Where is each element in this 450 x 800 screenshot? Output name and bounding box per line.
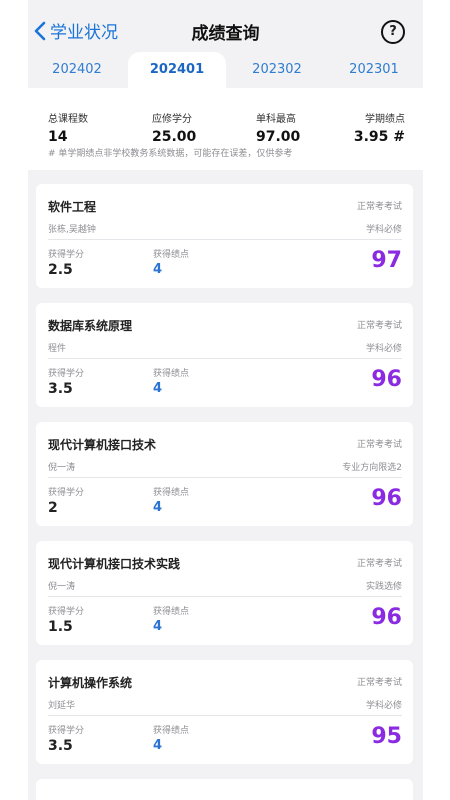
summary-highest-score: 单科最高 97.00: [256, 110, 300, 145]
credit-value: 2: [48, 500, 58, 516]
card-divider: [48, 715, 402, 716]
tab-202402[interactable]: 202402: [38, 52, 116, 88]
summary-label: 总课程数: [48, 114, 88, 125]
gpa-value: 4: [153, 738, 163, 753]
card-divider: [48, 477, 402, 478]
credit-value: 3.5: [48, 738, 73, 754]
summary-label: 应修学分: [152, 114, 192, 125]
course-score: 96: [371, 605, 402, 630]
credit-value: 3.5: [48, 381, 73, 397]
summary-value: 97.00: [256, 129, 301, 145]
page-title: 成绩查询: [191, 24, 260, 44]
course-category: 学科必修: [365, 344, 402, 354]
semester-summary: 总课程数 14 应修学分 25.00 单科最高 97.00 学期绩点 3.95 …: [28, 88, 423, 170]
gpa-value: 4: [153, 500, 163, 515]
gpa-label: 获得绩点: [153, 488, 190, 498]
course-teacher: 倪一涛: [48, 463, 76, 473]
course-score: 96: [371, 367, 402, 392]
course-card[interactable]: 现代计算机接口技术实践 倪一涛 正常考考试 实践选修 获得学分 获得绩点 1.5…: [36, 541, 413, 645]
credit-value: 2.5: [48, 262, 73, 278]
gpa-label: 获得绩点: [153, 250, 190, 260]
exam-type: 正常考考试: [356, 321, 402, 331]
gpa-label: 获得绩点: [153, 369, 190, 379]
summary-label: 单科最高: [256, 114, 296, 125]
tab-202301[interactable]: 202301: [333, 52, 415, 88]
card-divider: [48, 239, 402, 240]
gpa-label: 获得绩点: [153, 726, 190, 736]
exam-type: 正常考考试: [356, 440, 402, 450]
course-name: 现代计算机接口技术实践: [48, 557, 181, 571]
course-score: 97: [371, 248, 402, 273]
summary-label: 学期绩点: [365, 114, 405, 125]
course-card[interactable]: 数据库系统原理 程件 正常考考试 学科必修 获得学分 获得绩点 3.5 4 96: [36, 303, 413, 407]
credit-label: 获得学分: [48, 726, 85, 736]
course-card[interactable]: 现代计算机接口技术 倪一涛 正常考考试 专业方向限选2 获得学分 获得绩点 2 …: [36, 422, 413, 526]
course-category: 学科必修: [365, 701, 402, 711]
gpa-value: 4: [153, 619, 163, 634]
course-card[interactable]: 软件工程 张栋,吴越钟 正常考考试 学科必修 获得学分 获得绩点 2.5 4 9…: [36, 184, 413, 288]
summary-semester-gpa: 学期绩点 3.95 #: [354, 110, 405, 145]
summary-total-courses: 总课程数 14: [48, 110, 88, 145]
help-icon[interactable]: ?: [381, 20, 405, 44]
course-score: 95: [371, 724, 402, 749]
course-score: 96: [371, 486, 402, 511]
course-name: 数据库系统原理: [48, 319, 133, 333]
course-name: 软件工程: [48, 200, 97, 214]
course-teacher: 张栋,吴越钟: [48, 225, 96, 235]
course-category: 学科必修: [365, 225, 402, 235]
gpa-value: 4: [153, 381, 163, 396]
exam-type: 正常考考试: [356, 678, 402, 688]
summary-value: 14: [48, 129, 68, 145]
credit-value: 1.5: [48, 619, 73, 635]
semester-tabs: 202402 202401 202302 202301: [28, 52, 423, 88]
course-category: 实践选修: [365, 582, 402, 592]
gpa-label: 获得绩点: [153, 607, 190, 617]
summary-value: 3.95 #: [353, 129, 405, 145]
nav-bar: 学业状况 成绩查询 ?: [28, 0, 423, 58]
credit-label: 获得学分: [48, 250, 85, 260]
course-name: 计算机操作系统: [48, 676, 133, 690]
course-category: 专业方向限选2: [342, 463, 402, 473]
summary-value: 25.00: [152, 129, 197, 145]
course-card-partial[interactable]: [36, 779, 413, 800]
course-teacher: 程件: [48, 344, 67, 354]
summary-required-credits: 应修学分 25.00: [152, 110, 196, 145]
credit-label: 获得学分: [48, 607, 85, 617]
exam-type: 正常考考试: [356, 559, 402, 569]
course-teacher: 倪一涛: [48, 582, 76, 592]
card-divider: [48, 358, 402, 359]
course-card[interactable]: 计算机操作系统 刘延华 正常考考试 学科必修 获得学分 获得绩点 3.5 4 9…: [36, 660, 413, 764]
credit-label: 获得学分: [48, 369, 85, 379]
card-divider: [48, 596, 402, 597]
tab-202401[interactable]: 202401: [128, 52, 226, 88]
course-teacher: 刘延华: [48, 701, 76, 711]
tab-202302[interactable]: 202302: [238, 52, 316, 88]
exam-type: 正常考考试: [356, 202, 402, 212]
credit-label: 获得学分: [48, 488, 85, 498]
gpa-disclaimer: # 单学期绩点非学校教务系统数据，可能存在误差，仅供参考: [48, 149, 293, 159]
course-name: 现代计算机接口技术: [48, 438, 157, 452]
app-frame: 学业状况 成绩查询 ? 202402 202401 202302 202301 …: [28, 0, 423, 800]
gpa-value: 4: [153, 262, 163, 277]
